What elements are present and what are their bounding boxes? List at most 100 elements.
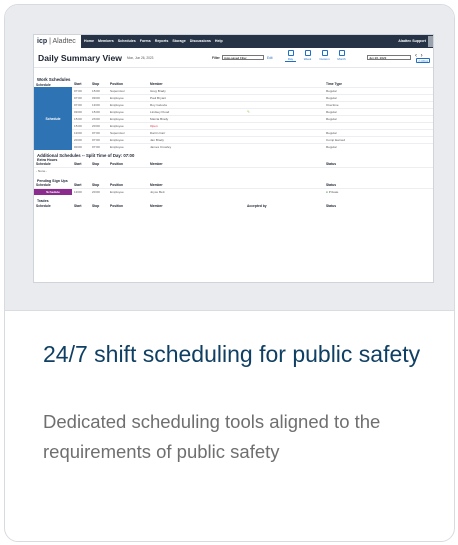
table-row[interactable]: 09:00 15:00 Employee Lindsey Flood ✎ Regular xyxy=(34,107,433,115)
support-user-menu[interactable]: Aladtec Support xyxy=(398,35,426,48)
member-cell: Open xyxy=(148,121,245,129)
schedule-chip: Schedule xyxy=(34,187,72,195)
col-stop: Stop xyxy=(92,203,100,208)
nav-discussions[interactable]: Discussions xyxy=(190,35,211,48)
view-custom[interactable]: Custom xyxy=(319,50,330,62)
calendar-icon xyxy=(338,50,345,56)
calendar-icon xyxy=(321,50,328,56)
app-screenshot: icp | Aladtec Home Members Schedules For… xyxy=(34,35,433,282)
work-schedules-table: Schedule Start Stop Position Member Time… xyxy=(34,82,433,150)
table-row[interactable]: 15:00 23:00 Employee Marcia Brady Regular xyxy=(34,114,433,122)
note-cell xyxy=(245,142,324,150)
stop-cell: 15:00 xyxy=(90,86,108,94)
position-cell: Employee xyxy=(108,100,148,108)
card-description: Dedicated scheduling tools aligned to th… xyxy=(43,411,381,462)
start-cell: 20:00 xyxy=(72,135,90,143)
position-cell: Employee xyxy=(108,187,148,195)
print-button[interactable]: ⎙ Print xyxy=(416,58,430,63)
start-cell: 07:00 xyxy=(72,93,90,101)
view-switcher: Day Week Custom Month xyxy=(285,50,347,62)
stop-cell: 19:00 xyxy=(90,100,108,108)
filter-select[interactable]: Auto-saved Filter xyxy=(222,55,264,60)
member-cell: James Crowley xyxy=(148,142,245,150)
feature-card: icp | Aladtec Home Members Schedules For… xyxy=(4,4,455,542)
position-cell: Supervisor xyxy=(108,86,148,94)
table-row: - None - xyxy=(34,166,433,174)
member-cell: Marcia Brady xyxy=(148,114,245,122)
position-cell: Supervisor xyxy=(108,128,148,136)
schedule-block[interactable]: Schedule xyxy=(34,87,72,150)
note-cell xyxy=(245,93,324,101)
stop-cell: 20:00 xyxy=(90,121,108,129)
logo: icp | Aladtec xyxy=(34,35,81,48)
empty-text: - None - xyxy=(34,166,433,174)
view-day[interactable]: Day xyxy=(285,50,296,62)
stop-cell: 15:00 xyxy=(90,107,108,115)
nav-home[interactable]: Home xyxy=(84,35,94,48)
time-type-cell: Comp Earned xyxy=(324,135,433,143)
start-cell: 15:00 xyxy=(72,121,90,129)
table-row[interactable]: Schedule 07:00 15:00 Supervisor Greg Brady Re… xyxy=(34,86,433,150)
nav-help[interactable]: Help xyxy=(215,35,223,48)
start-cell: 09:00 xyxy=(72,107,90,115)
calendar-icon xyxy=(304,50,311,56)
note-cell xyxy=(245,135,324,143)
position-cell: Employee xyxy=(108,142,148,150)
col-position: Position xyxy=(110,203,124,208)
time-type-cell: Regular xyxy=(324,142,433,150)
page-title: Daily Summary View xyxy=(38,53,122,63)
member-cell: Jan Brady xyxy=(148,135,245,143)
note-cell: ✎ xyxy=(245,107,324,115)
nav-forms[interactable]: Forms xyxy=(140,35,151,48)
pending-signups-table: Schedule Start Stop Position Member Stat… xyxy=(34,183,433,195)
date-input[interactable]: Jun 26, 2023 xyxy=(367,55,411,60)
nav-reports[interactable]: Reports xyxy=(155,35,169,48)
note-cell xyxy=(245,114,324,122)
table-row[interactable]: 07:00 19:00 Employee Roy Gelovia Overtime xyxy=(34,100,433,108)
view-month[interactable]: Month xyxy=(336,50,347,62)
time-type-cell: Regular xyxy=(324,128,433,136)
position-cell: Employee xyxy=(108,135,148,143)
edit-filter-link[interactable]: Edit xyxy=(267,56,273,60)
table-row[interactable]: 15:00 20:00 Employee Open xyxy=(34,121,433,129)
member-cell: Roy Gelovia xyxy=(148,100,245,108)
nav-storage[interactable]: Storage xyxy=(172,35,185,48)
note-cell xyxy=(245,128,324,136)
status-dot-icon: ● xyxy=(326,189,328,194)
table-row[interactable]: Schedule 19:00 20:00 Employee Joyce Bett… xyxy=(34,187,433,195)
note-cell xyxy=(245,121,324,129)
table-row[interactable]: 00:00 07:00 Employee James Crowley Regular xyxy=(34,142,433,150)
position-cell: Employee xyxy=(108,114,148,122)
member-cell: Paul Bryant xyxy=(148,93,245,101)
calendar-icon xyxy=(287,50,294,56)
note-icon[interactable]: ✎ xyxy=(247,110,250,114)
start-cell: 15:00 xyxy=(72,114,90,122)
start-cell: 19:00 xyxy=(72,187,90,195)
table-row[interactable]: 19:00 07:00 Supervisor Darrin Carr Regular xyxy=(34,128,433,136)
stop-cell: 07:00 xyxy=(90,135,108,143)
member-cell: Darrin Carr xyxy=(148,128,245,136)
position-cell: Employee xyxy=(108,93,148,101)
table-row[interactable]: 07:00 09:00 Employee Paul Bryant Regular xyxy=(34,93,433,101)
view-week[interactable]: Week xyxy=(302,50,313,62)
nav-members[interactable]: Members xyxy=(98,35,114,48)
stop-cell: 07:00 xyxy=(90,128,108,136)
start-cell: 07:00 xyxy=(72,100,90,108)
extra-hours-table: Schedule Start Stop Position Member Stat… xyxy=(34,162,433,174)
user-icon[interactable] xyxy=(428,36,433,47)
time-type-cell: Regular xyxy=(324,107,433,115)
page-header: Daily Summary View Mon, Jun 26, 2023 Fil… xyxy=(34,48,433,68)
main-nav: Home Members Schedules Forms Reports Sto… xyxy=(84,35,223,48)
time-type-cell: Regular xyxy=(324,86,433,94)
stop-cell: 23:00 xyxy=(90,114,108,122)
start-cell: 07:00 xyxy=(72,86,90,94)
stop-cell: 07:00 xyxy=(90,142,108,150)
note-cell xyxy=(245,100,324,108)
time-type-cell: Overtime xyxy=(324,100,433,108)
table-row[interactable]: 20:00 07:00 Employee Jan Brady Comp Earned xyxy=(34,135,433,143)
time-type-cell xyxy=(324,121,433,129)
col-member: Member xyxy=(150,203,163,208)
member-cell: Lindsey Flood xyxy=(148,107,245,115)
nav-schedules[interactable]: Schedules xyxy=(118,35,136,48)
card-title: 24/7 shift scheduling for public safety xyxy=(43,341,421,367)
